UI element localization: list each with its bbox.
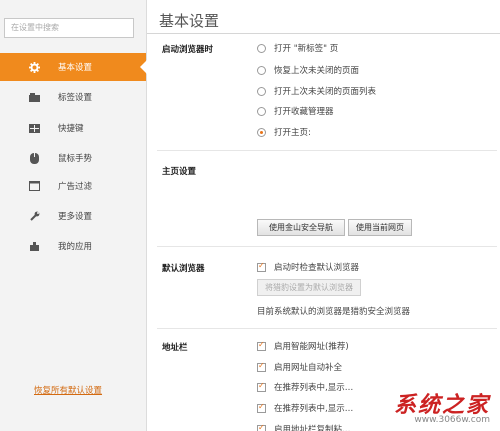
sidebar: 在设置中搜索 基本设置 标签设置 快捷键 鼠标手势 广告过滤 更多设置 我的应用… [0, 0, 147, 431]
set-default-browser-button[interactable]: 将猎豹设置为默认浏览器 [257, 279, 361, 296]
address-option-suggest-2[interactable]: 在推荐列表中,显示… [257, 402, 353, 414]
watermark: 系统之家 www.3066w.com [394, 387, 490, 425]
title-divider [147, 33, 500, 34]
tab-icon [28, 91, 40, 103]
checkbox-checked[interactable] [257, 402, 266, 413]
settings-search-input[interactable]: 在设置中搜索 [4, 18, 134, 38]
default-browser-status: 目前系统默认的浏览器是猎豹安全浏览器 [257, 307, 411, 317]
wrench-icon [28, 210, 40, 222]
sidebar-item-label: 广告过滤 [58, 182, 93, 192]
checkbox-checked[interactable] [257, 423, 266, 431]
use-kingsoft-nav-button[interactable]: 使用金山安全导航 [257, 219, 345, 236]
use-current-page-button[interactable]: 使用当前网页 [348, 219, 412, 236]
sidebar-item-label: 鼠标手势 [58, 154, 93, 164]
startup-option-restore-list[interactable]: 打开上次未关闭的页面列表 [257, 85, 376, 97]
startup-option-homepage[interactable]: 打开主页: [257, 126, 311, 138]
sidebar-item-more-settings[interactable]: 更多设置 [0, 202, 146, 230]
restore-defaults-link[interactable]: 恢复所有默认设置 [34, 384, 102, 396]
ad-filter-icon [28, 180, 40, 192]
section-divider [157, 328, 497, 329]
sidebar-item-ad-filter[interactable]: 广告过滤 [0, 172, 146, 200]
section-divider [157, 246, 497, 247]
sidebar-item-label: 更多设置 [58, 212, 93, 222]
address-option-suggest-1[interactable]: 在推荐列表中,显示… [257, 381, 353, 393]
sidebar-item-label: 标签设置 [58, 93, 93, 103]
sidebar-item-label: 快捷键 [58, 124, 84, 134]
address-bar-section-label: 地址栏 [162, 343, 188, 353]
keyboard-icon [28, 122, 40, 134]
default-browser-section-label: 默认浏览器 [162, 264, 205, 274]
sidebar-item-my-apps[interactable]: 我的应用 [0, 232, 146, 260]
startup-section-label: 启动浏览器时 [162, 45, 214, 55]
app-icon [28, 240, 40, 252]
checkbox-checked[interactable] [257, 361, 266, 372]
sidebar-item-shortcuts[interactable]: 快捷键 [0, 114, 146, 142]
gear-icon [28, 61, 40, 73]
radio-button[interactable] [257, 106, 266, 116]
section-divider [157, 150, 497, 151]
radio-button-selected[interactable] [257, 127, 266, 137]
address-option-autocomplete[interactable]: 启用网址自动补全 [257, 361, 342, 373]
checkbox-checked[interactable] [257, 261, 266, 272]
homepage-section-label: 主页设置 [162, 167, 197, 177]
address-option-copy-paste[interactable]: 启用地址栏复制粘… [257, 423, 351, 431]
startup-option-restore-pages[interactable]: 恢复上次未关闭的页面 [257, 64, 359, 76]
mouse-icon [28, 152, 40, 164]
address-option-smart-url[interactable]: 启用智能网址(推荐) [257, 340, 349, 352]
page-title: 基本设置 [159, 12, 220, 30]
radio-button[interactable] [257, 86, 266, 96]
checkbox-checked[interactable] [257, 340, 266, 351]
sidebar-item-label: 基本设置 [58, 63, 93, 73]
settings-panel: 基本设置 启动浏览器时 打开 "新标签" 页 恢复上次未关闭的页面 打开上次未关… [147, 0, 500, 431]
startup-option-new-tab[interactable]: 打开 "新标签" 页 [257, 42, 338, 54]
radio-button[interactable] [257, 65, 266, 75]
startup-option-bookmarks[interactable]: 打开收藏管理器 [257, 105, 334, 117]
sidebar-item-basic[interactable]: 基本设置 [0, 53, 147, 81]
check-default-browser-option[interactable]: 启动时检查默认浏览器 [257, 261, 359, 273]
sidebar-item-tabs[interactable]: 标签设置 [0, 83, 146, 111]
sidebar-item-mouse-gestures[interactable]: 鼠标手势 [0, 144, 146, 172]
checkbox-checked[interactable] [257, 381, 266, 392]
radio-button[interactable] [257, 43, 266, 53]
sidebar-item-label: 我的应用 [58, 242, 93, 252]
